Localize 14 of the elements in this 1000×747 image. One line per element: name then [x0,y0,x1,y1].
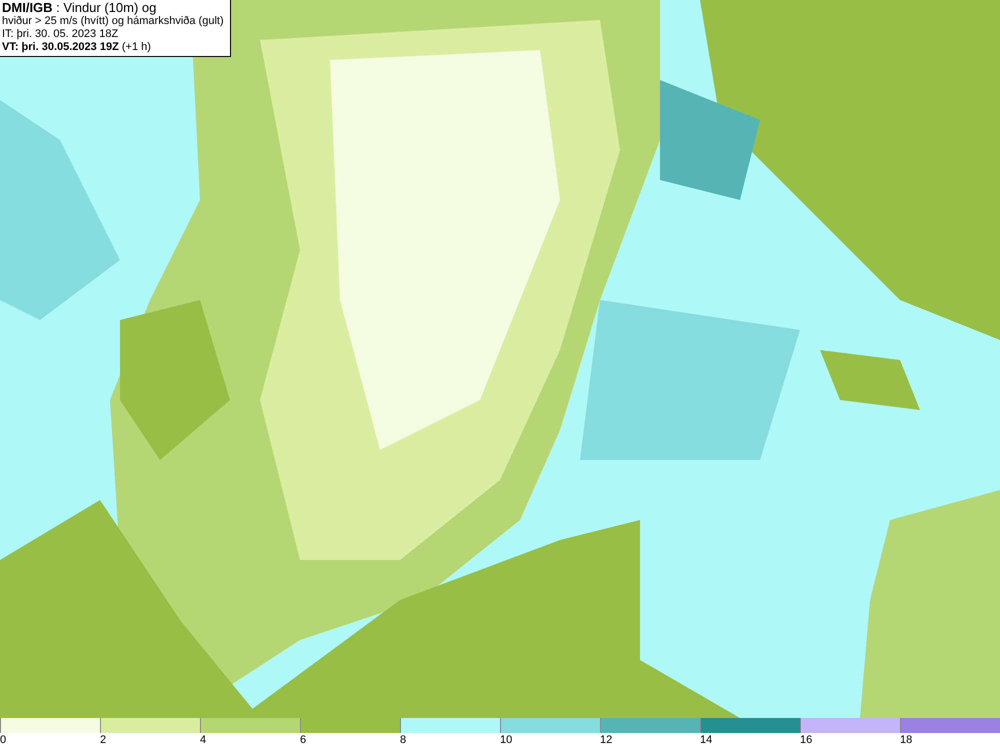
scale-label: 8 [400,733,406,747]
scale-label: 18 [900,733,912,747]
scale-label: 0 [0,733,6,747]
title-line: hviður > 25 m/s (hvítt) og hámarkshviða (gult) [2,15,225,28]
scale-label: 4 [200,733,206,747]
title-line: DMI/IGB : Vindur (10m) og [2,1,158,15]
scale-label: 14 [700,733,712,747]
scale-label: 16 [800,733,812,747]
title-line: VT: þri. 30.05.2023 19Z (+1 h) [2,41,152,54]
scale-label: 2 [100,733,106,747]
scale-label: 10 [500,733,512,747]
title-line: IT: þri. 30. 05. 2023 18Z [2,28,120,41]
scale-label: 6 [300,733,306,747]
scale-label: 12 [600,733,612,747]
